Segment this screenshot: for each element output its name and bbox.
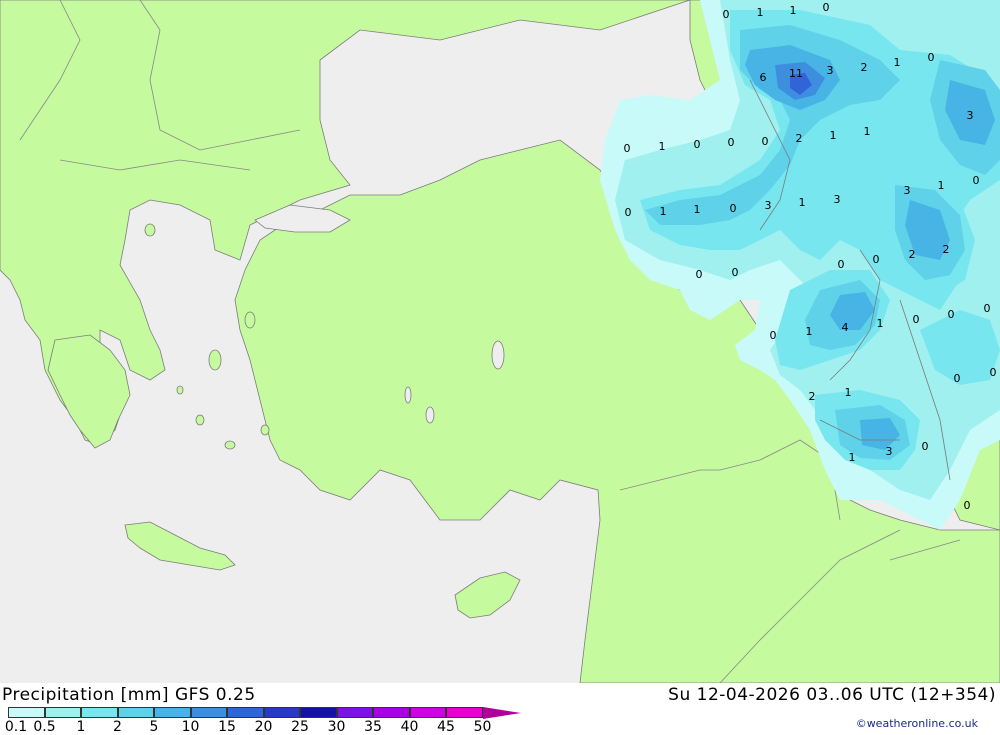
map-value: 2 (943, 243, 950, 256)
legend-arrow (482, 706, 521, 719)
color-legend (8, 706, 521, 719)
map-value: 3 (765, 199, 772, 212)
map-value: 0 (922, 440, 929, 453)
legend-swatch (263, 707, 300, 718)
legend-swatch (190, 707, 227, 718)
precipitation-map: 0 1 1 0 6 11 3 2 1 0 3 0 1 0 0 0 2 1 1 3… (0, 0, 1000, 683)
legend-swatch (8, 707, 45, 718)
credit-link[interactable]: ©weatheronline.co.uk (856, 717, 978, 730)
map-value: 0 (762, 135, 769, 148)
map-value: 1 (845, 386, 852, 399)
map-value: 1 (938, 179, 945, 192)
map-value: 1 (790, 4, 797, 17)
legend-swatch (227, 707, 264, 718)
map-value: 0 (873, 253, 880, 266)
map-value: 0 (770, 329, 777, 342)
legend-swatch (300, 707, 337, 718)
map-value: 3 (886, 445, 893, 458)
map-value: 1 (694, 203, 701, 216)
map-value: 0 (696, 268, 703, 281)
map-value: 1 (799, 196, 806, 209)
map-value: 3 (904, 184, 911, 197)
map-value: 0 (823, 1, 830, 14)
map-value: 2 (909, 248, 916, 261)
map-value: 3 (967, 109, 974, 122)
map-value: 3 (834, 193, 841, 206)
map-value: 0 (928, 51, 935, 64)
map-value: 0 (838, 258, 845, 271)
map-value: 0 (973, 174, 980, 187)
map-value: 0 (913, 313, 920, 326)
map-title: Precipitation [mm] GFS 0.25 (2, 685, 256, 705)
color-legend-labels: 0.1 0.5 1 2 5 10 15 20 25 30 35 40 45 50 (0, 719, 530, 735)
map-value: 1 (864, 125, 871, 138)
map-value: 11 (789, 67, 803, 80)
map-value: 0 (730, 202, 737, 215)
map-value: 3 (827, 64, 834, 77)
map-value: 6 (760, 71, 767, 84)
map-value: 0 (728, 136, 735, 149)
map-value: 1 (757, 6, 764, 19)
map-value: 0 (948, 308, 955, 321)
map-value: 1 (894, 56, 901, 69)
map-value: 0 (624, 142, 631, 155)
map-value: 1 (849, 451, 856, 464)
map-value: 0 (694, 138, 701, 151)
map-value: 0 (732, 266, 739, 279)
legend-swatch (117, 707, 154, 718)
map-value: 0 (990, 366, 997, 379)
legend-swatch (409, 707, 446, 718)
map-value: 2 (809, 390, 816, 403)
map-value: 1 (877, 317, 884, 330)
footer-bar: Precipitation [mm] GFS 0.25 Su 12-04-202… (0, 683, 1000, 735)
legend-swatch (336, 707, 373, 718)
map-value: 2 (861, 61, 868, 74)
map-value: 1 (806, 325, 813, 338)
forecast-datetime: Su 12-04-2026 03..06 UTC (12+354) (668, 685, 996, 705)
legend-swatch (44, 707, 81, 718)
map-value: 1 (659, 140, 666, 153)
map-value: 0 (964, 499, 971, 512)
map-value: 2 (796, 132, 803, 145)
legend-swatch (154, 707, 191, 718)
map-value: 1 (830, 129, 837, 142)
map-value: 0 (984, 302, 991, 315)
map-value: 0 (954, 372, 961, 385)
map-value: 0 (625, 206, 632, 219)
map-value: 0 (723, 8, 730, 21)
legend-swatch (373, 707, 410, 718)
map-value: 4 (842, 321, 849, 334)
legend-swatch (81, 707, 118, 718)
legend-swatch (446, 707, 483, 718)
map-value: 1 (660, 205, 667, 218)
